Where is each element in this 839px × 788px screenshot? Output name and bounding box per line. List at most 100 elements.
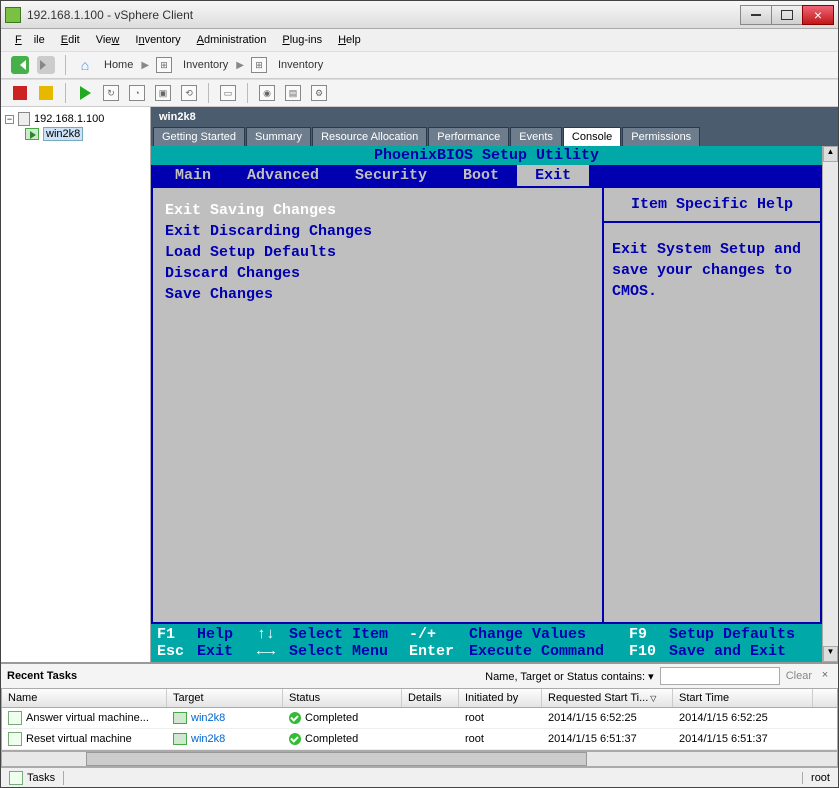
col-initiated-by[interactable]: Initiated by	[459, 689, 542, 707]
bios-menu-main[interactable]: Main	[157, 165, 229, 186]
bios-key-select-menu: Select Menu	[289, 643, 409, 660]
filter-input[interactable]	[660, 667, 780, 685]
clear-button[interactable]: Clear	[786, 670, 812, 682]
tab-console[interactable]: Console	[563, 127, 621, 146]
menu-file[interactable]: File	[9, 32, 51, 48]
refresh-button[interactable]: ↻	[100, 82, 122, 104]
breadcrumb-home[interactable]: Home	[100, 59, 137, 71]
table-row[interactable]: Reset virtual machinewin2k8Completedroot…	[2, 729, 837, 750]
inventory-icon[interactable]: ⊞	[153, 54, 175, 76]
filter-label[interactable]: Name, Target or Status contains: ▾	[485, 670, 654, 683]
col-target[interactable]: Target	[167, 689, 283, 707]
play-button[interactable]	[74, 82, 96, 104]
bios-menu-exit[interactable]: Exit	[517, 165, 589, 186]
tab-performance[interactable]: Performance	[428, 127, 509, 146]
home-button[interactable]: ⌂	[74, 54, 96, 76]
recent-tasks-title: Recent Tasks	[7, 670, 77, 682]
maximize-button[interactable]	[771, 5, 803, 25]
menu-edit[interactable]: Edit	[55, 32, 86, 48]
task-target[interactable]: win2k8	[191, 712, 225, 724]
tab-permissions[interactable]: Permissions	[622, 127, 700, 146]
nav-back-button[interactable]	[9, 54, 31, 76]
menu-help[interactable]: Help	[332, 32, 367, 48]
bios-help-text: Exit System Setup and save your changes …	[604, 223, 820, 318]
bios-options: Exit Saving Changes Exit Discarding Chan…	[151, 186, 602, 624]
statusbar: Tasks root	[1, 767, 838, 787]
minimize-button[interactable]	[740, 5, 772, 25]
task-status: Completed	[305, 712, 358, 724]
bios-key-execute: Execute Command	[469, 643, 629, 660]
menubar: File Edit View Inventory Administration …	[1, 29, 838, 51]
settings-button[interactable]: ⚙	[308, 82, 330, 104]
task-icon	[8, 711, 22, 725]
tab-resource-allocation[interactable]: Resource Allocation	[312, 127, 427, 146]
col-requested-start[interactable]: Requested Start Ti...▽	[542, 689, 673, 707]
status-tasks-label: Tasks	[27, 772, 55, 784]
tree-vm-label: win2k8	[43, 127, 83, 141]
col-start-time[interactable]: Start Time	[673, 689, 813, 707]
vertical-scrollbar[interactable]: ▲ ▼	[822, 146, 838, 662]
bios-opt-discard[interactable]: Discard Changes	[161, 263, 594, 284]
bios-menu-advanced[interactable]: Advanced	[229, 165, 337, 186]
revert-button[interactable]: ⟲	[178, 82, 200, 104]
tab-summary[interactable]: Summary	[246, 127, 311, 146]
menu-administration[interactable]: Administration	[191, 32, 273, 48]
table-row[interactable]: Answer virtual machine...win2k8Completed…	[2, 708, 837, 729]
col-status[interactable]: Status	[283, 689, 402, 707]
bios-opt-load-defaults[interactable]: Load Setup Defaults	[161, 242, 594, 263]
vm-icon	[173, 712, 187, 724]
close-button[interactable]	[802, 5, 834, 25]
tab-getting-started[interactable]: Getting Started	[153, 127, 245, 146]
tab-events[interactable]: Events	[510, 127, 562, 146]
task-status: Completed	[305, 733, 358, 745]
bios-opt-exit-discarding[interactable]: Exit Discarding Changes	[161, 221, 594, 242]
bios-key-f10: F10	[629, 643, 669, 660]
status-ok-icon	[289, 712, 301, 724]
bios-key-esc: Esc	[157, 643, 197, 660]
console-button[interactable]: ▭	[217, 82, 239, 104]
tree-host-label: 192.168.1.100	[34, 113, 104, 125]
menu-view[interactable]: View	[90, 32, 126, 48]
chevron-icon: ▶	[141, 60, 149, 71]
task-name: Reset virtual machine	[26, 733, 132, 745]
connect-floppy-button[interactable]: ▤	[282, 82, 304, 104]
menu-inventory[interactable]: Inventory	[129, 32, 186, 48]
stop-button[interactable]	[9, 82, 31, 104]
bios-key-enter: Enter	[409, 643, 469, 660]
task-initiated-by: root	[459, 708, 542, 728]
status-tasks[interactable]: Tasks	[1, 771, 64, 785]
scroll-up-icon[interactable]: ▲	[823, 146, 838, 162]
menu-plugins[interactable]: Plug-ins	[276, 32, 328, 48]
bios-menu-security[interactable]: Security	[337, 165, 445, 186]
task-requested-start: 2014/1/15 6:52:25	[542, 708, 673, 728]
breadcrumb-inventory[interactable]: Inventory	[179, 59, 232, 71]
pause-button[interactable]	[35, 82, 57, 104]
bios-opt-save[interactable]: Save Changes	[161, 284, 594, 305]
tree-host[interactable]: − 192.168.1.100	[5, 111, 146, 127]
tree-vm[interactable]: win2k8	[5, 127, 146, 141]
snapshot-button[interactable]: ◔	[126, 82, 148, 104]
inventory-icon[interactable]: ⊞	[248, 54, 270, 76]
connect-cd-button[interactable]: ◉	[256, 82, 278, 104]
close-pane-icon[interactable]: ×	[818, 669, 832, 683]
chevron-icon: ▶	[236, 60, 244, 71]
vm-toolbar: ↻ ◔ ▣ ⟲ ▭ ◉ ▤ ⚙	[1, 79, 838, 107]
col-name[interactable]: Name	[2, 689, 167, 707]
status-user: root	[802, 772, 838, 784]
col-details[interactable]: Details	[402, 689, 459, 707]
bios-footer: F1 Help ↑↓ Select Item -/+ Change Values…	[151, 624, 822, 662]
collapse-icon[interactable]: −	[5, 115, 14, 124]
vm-console[interactable]: PhoenixBIOS Setup Utility Main Advanced …	[151, 146, 822, 662]
host-icon	[18, 112, 30, 126]
bios-opt-exit-saving[interactable]: Exit Saving Changes	[161, 200, 594, 221]
snapshot-mgr-button[interactable]: ▣	[152, 82, 174, 104]
scroll-down-icon[interactable]: ▼	[823, 646, 838, 662]
bios-menu-boot[interactable]: Boot	[445, 165, 517, 186]
nav-forward-button[interactable]	[35, 54, 57, 76]
breadcrumb-inventory-2[interactable]: Inventory	[274, 59, 327, 71]
bios-help-title: Item Specific Help	[604, 188, 820, 223]
task-start-time: 2014/1/15 6:52:25	[673, 708, 813, 728]
horizontal-scrollbar[interactable]	[1, 751, 838, 767]
window-title: 192.168.1.100 - vSphere Client	[27, 8, 741, 22]
task-target[interactable]: win2k8	[191, 733, 225, 745]
